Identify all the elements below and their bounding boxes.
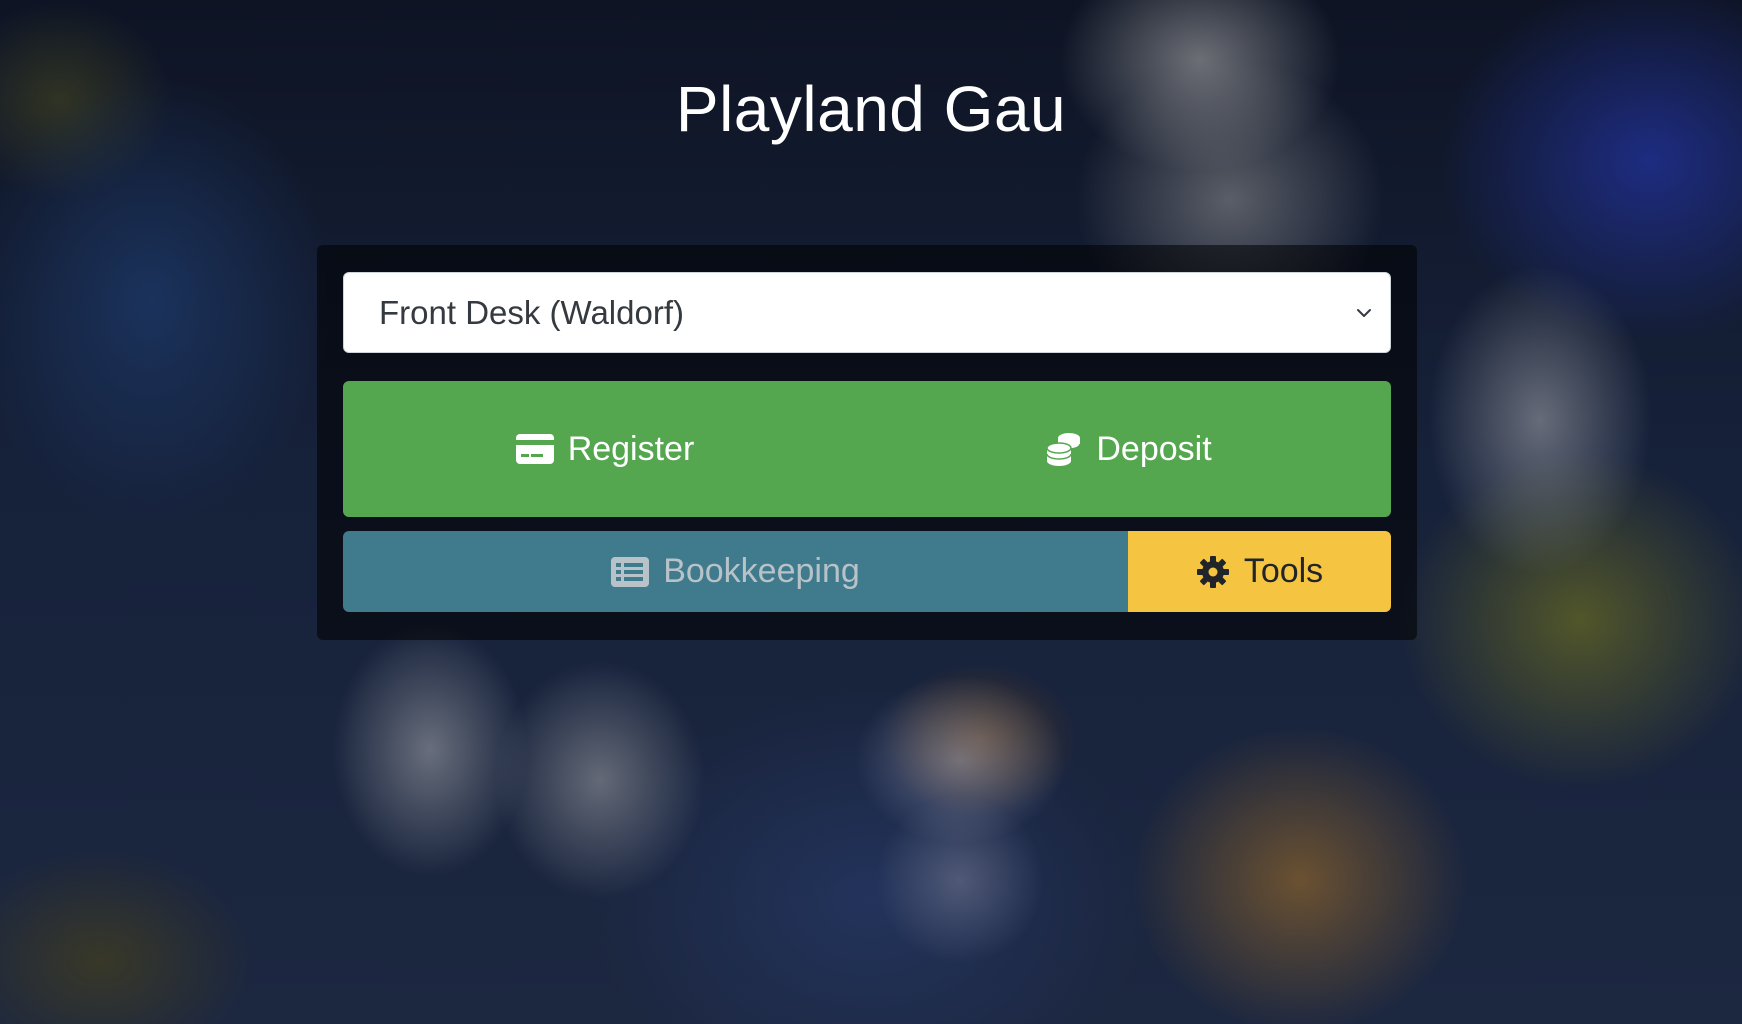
primary-actions-group: Register Deposit (343, 381, 1391, 517)
gear-icon (1196, 555, 1229, 588)
location-select[interactable]: Front Desk (Waldorf) (343, 272, 1391, 353)
coins-icon (1046, 433, 1082, 466)
credit-card-icon (515, 434, 554, 464)
bookkeeping-button[interactable]: Bookkeeping (343, 531, 1128, 612)
page-title: Playland Gau (675, 73, 1067, 145)
bookkeeping-label: Bookkeeping (663, 552, 860, 590)
secondary-actions-group: Bookkeeping Tools (343, 531, 1391, 612)
tools-label: Tools (1243, 552, 1324, 590)
deposit-label: Deposit (1096, 429, 1212, 468)
tools-button[interactable]: Tools (1128, 531, 1391, 612)
deposit-button[interactable]: Deposit (867, 381, 1391, 517)
main-panel: Front Desk (Waldorf) Register Deposit Bo… (317, 245, 1417, 640)
list-alt-icon (611, 556, 650, 587)
register-button[interactable]: Register (343, 381, 867, 517)
location-select-value: Front Desk (Waldorf) (379, 293, 684, 331)
chevron-down-icon (1357, 308, 1371, 317)
register-label: Register (567, 429, 695, 468)
